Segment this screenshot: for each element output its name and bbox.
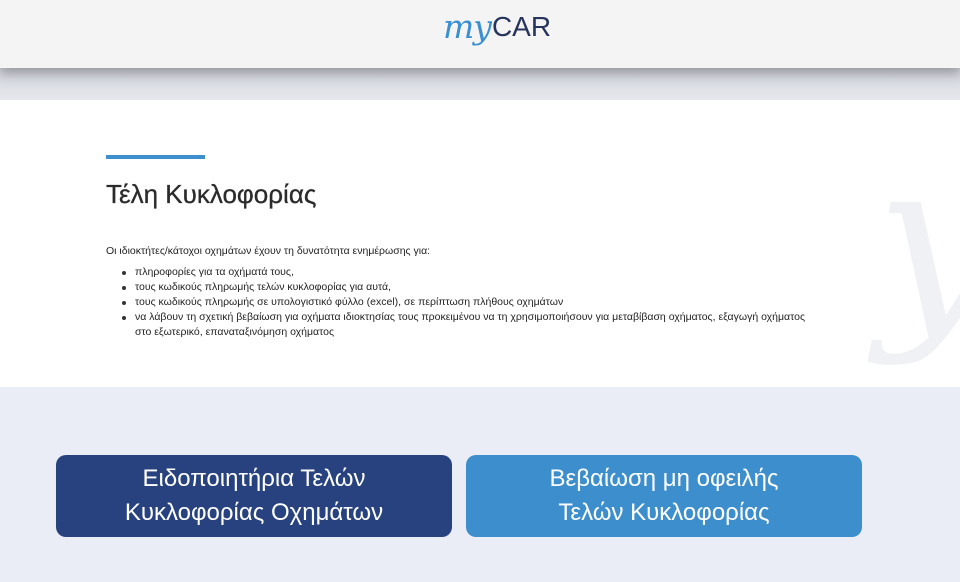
vehicle-tax-notices-label: Ειδοποιητήρια Τελών Κυκλοφορίας Οχημάτων (124, 465, 384, 526)
no-debt-certificate-label: Βεβαίωση μη οφειλής Τελών Κυκλοφορίας (549, 465, 779, 526)
list-item: τους κωδικούς πληρωμής τελών κυκλοφορίας… (120, 280, 820, 295)
no-debt-certificate-button[interactable]: Βεβαίωση μη οφειλής Τελών Κυκλοφορίας (466, 455, 862, 537)
vehicle-tax-notices-button[interactable]: Ειδοποιητήρια Τελών Κυκλοφορίας Οχημάτων (56, 455, 452, 537)
mycar-logo[interactable]: my CAR (443, 10, 551, 56)
page-title: Τέλη Κυκλοφορίας (106, 179, 317, 209)
list-item: πληροφορίες για τα οχήματά τους, (120, 265, 820, 280)
site-header: my CAR (0, 0, 960, 68)
watermark-logo-glyph: y (876, 130, 960, 350)
title-accent-bar (106, 155, 205, 159)
logo-prefix: my (443, 7, 492, 46)
logo-suffix: CAR (491, 11, 552, 42)
header-shadow-band (0, 68, 960, 100)
list-item: να λάβουν τη σχετική βεβαίωση για οχήματ… (120, 310, 820, 340)
info-section: y Τέλη Κυκλοφορίας Οι ιδιοκτήτες/κάτοχοι… (0, 100, 960, 387)
list-item: τους κωδικούς πληρωμής σε υπολογιστικό φ… (120, 295, 820, 310)
features-list: πληροφορίες για τα οχήματά τους, τους κω… (120, 265, 820, 340)
intro-text: Οι ιδιοκτήτες/κάτοχοι οχημάτων έχουν τη … (106, 245, 431, 257)
